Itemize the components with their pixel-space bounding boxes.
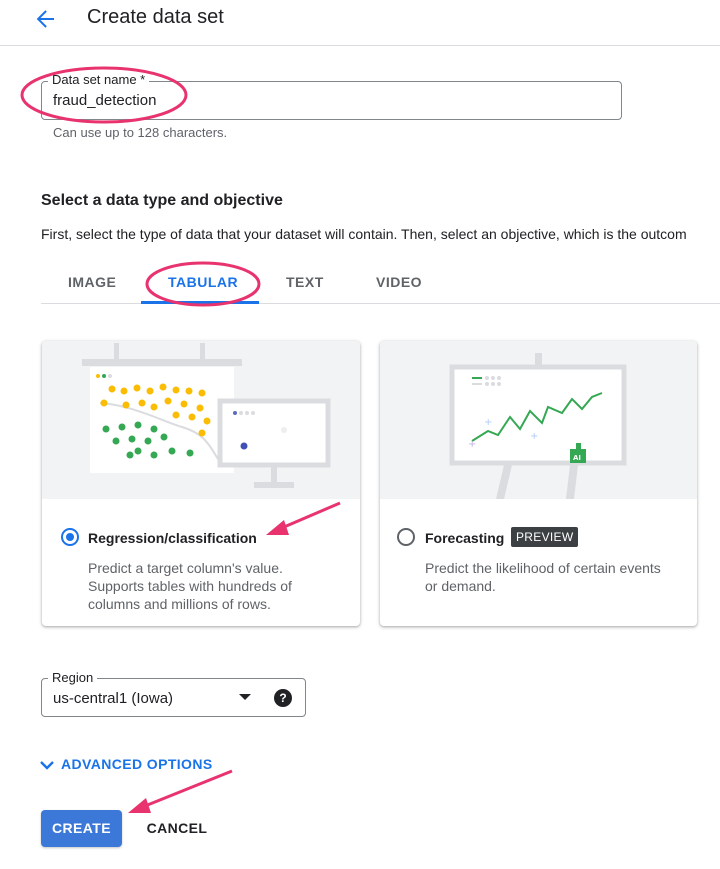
ai-badge: AI bbox=[573, 454, 581, 462]
page-title: Create data set bbox=[87, 6, 224, 28]
svg-text:+: + bbox=[468, 439, 476, 450]
card-regression-classification[interactable]: Regression/classification Predict a targ… bbox=[42, 341, 360, 626]
dataset-name-hint: Can use up to 128 characters. bbox=[53, 125, 228, 140]
advanced-options-label: ADVANCED OPTIONS bbox=[61, 756, 213, 772]
regression-description: Predict a target column's value. Support… bbox=[88, 560, 292, 612]
dataset-name-label: Data set name * bbox=[48, 72, 150, 87]
svg-text:+: + bbox=[484, 417, 492, 428]
forecasting-illustration: + + + AI bbox=[380, 341, 697, 499]
tab-image[interactable]: IMAGE bbox=[68, 274, 116, 290]
region-label: Region bbox=[48, 670, 98, 685]
section-title: Select a data type and objective bbox=[41, 192, 283, 209]
dropdown-arrow-icon[interactable] bbox=[239, 694, 251, 700]
svg-text:+: + bbox=[530, 431, 538, 442]
regression-title: Regression/classification bbox=[88, 530, 257, 546]
regression-illustration bbox=[42, 341, 360, 499]
chevron-down-icon bbox=[40, 761, 54, 770]
tab-tabular[interactable]: TABULAR bbox=[168, 274, 238, 290]
annotation-arrow-create bbox=[128, 769, 233, 813]
data-type-tabs: IMAGE TABULAR TEXT VIDEO bbox=[41, 264, 720, 304]
page-header: Create data set bbox=[0, 0, 720, 46]
create-button[interactable]: CREATE bbox=[41, 810, 122, 847]
tab-video[interactable]: VIDEO bbox=[376, 274, 422, 290]
regression-radio[interactable] bbox=[61, 528, 79, 546]
preview-badge: PREVIEW bbox=[511, 527, 579, 547]
forecasting-description: Predict the likelihood of certain events… bbox=[425, 560, 661, 594]
forecasting-title: Forecasting bbox=[425, 530, 505, 546]
forecasting-radio[interactable] bbox=[397, 528, 415, 546]
create-dataset-page: Create data set Data set name * fraud_de… bbox=[0, 0, 720, 869]
card-forecasting[interactable]: + + + AI Forecasting PREVIEW Predict the… bbox=[380, 341, 697, 626]
arrow-back-icon bbox=[36, 10, 54, 28]
region-value: us-central1 (Iowa) bbox=[53, 690, 174, 707]
tab-text[interactable]: TEXT bbox=[286, 274, 324, 290]
dataset-name-input[interactable]: fraud_detection bbox=[53, 92, 156, 109]
active-tab-indicator bbox=[141, 301, 259, 304]
cancel-button[interactable]: CANCEL bbox=[137, 810, 217, 847]
help-icon[interactable]: ? bbox=[274, 689, 292, 707]
back-button[interactable] bbox=[30, 2, 62, 34]
section-description: First, select the type of data that your… bbox=[41, 226, 687, 242]
